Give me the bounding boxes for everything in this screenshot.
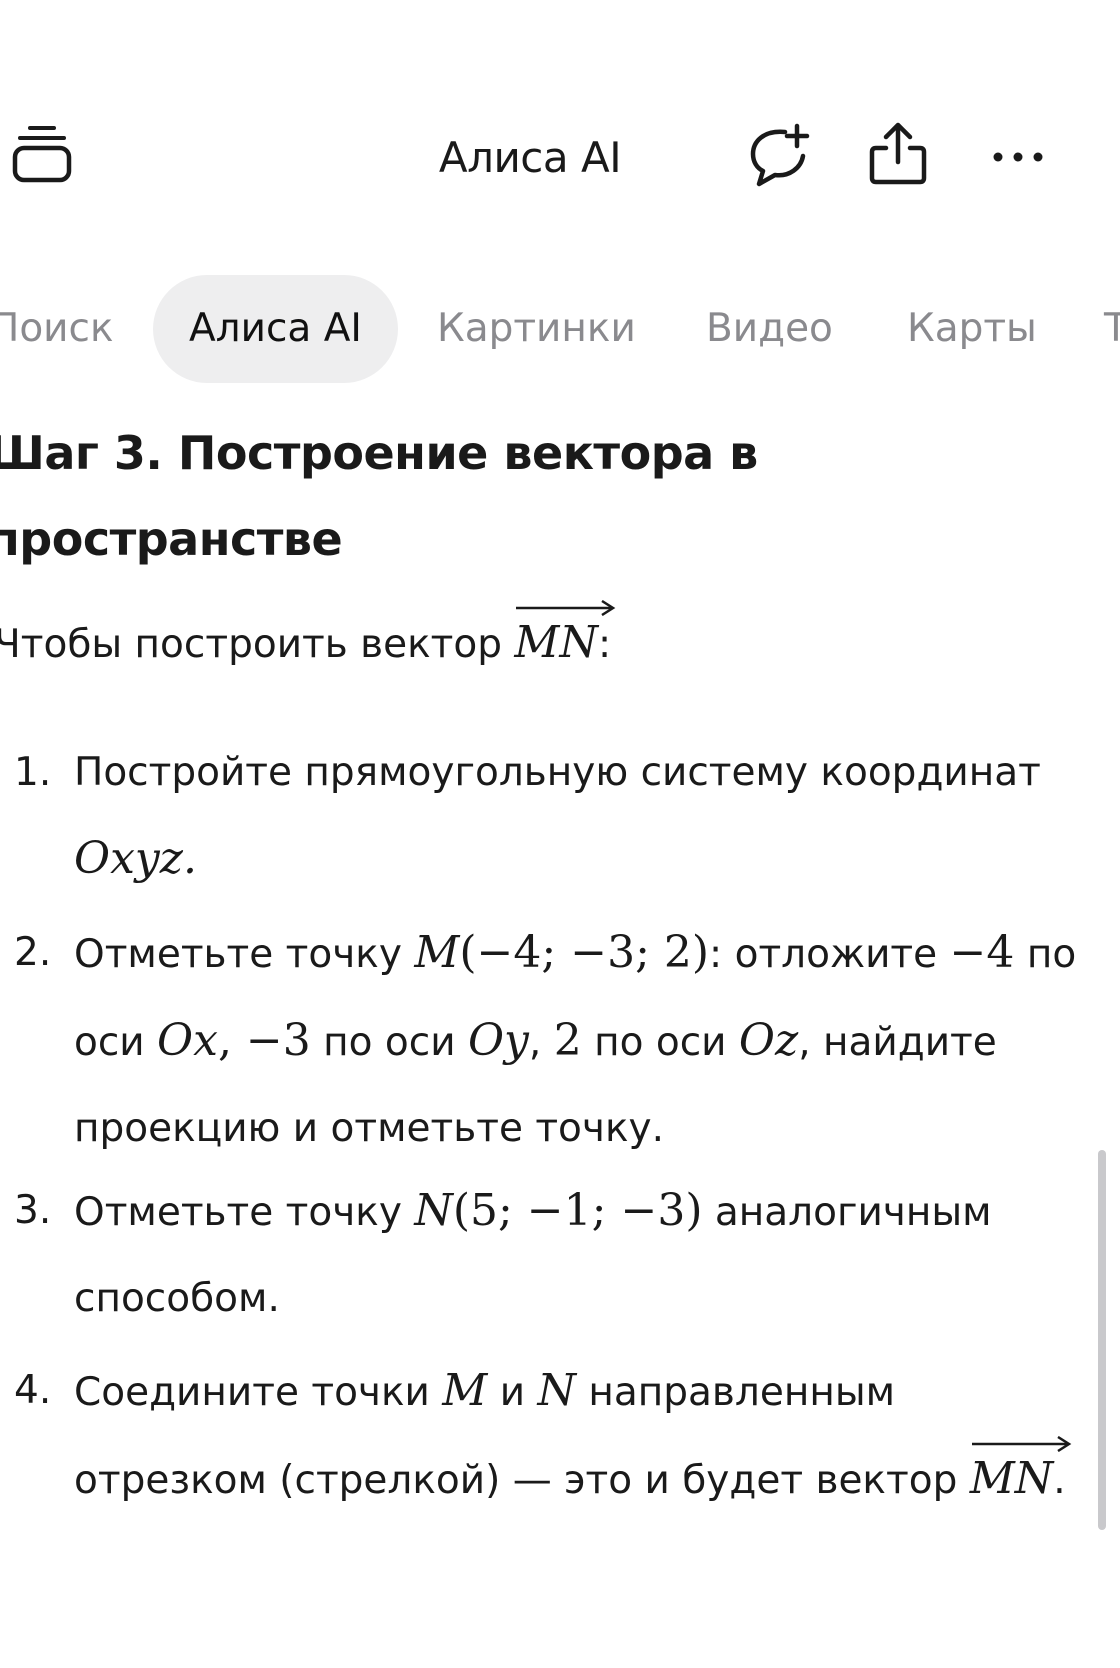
- tab-alice-ai[interactable]: Алиса AI: [153, 275, 398, 383]
- more-icon[interactable]: [990, 145, 1046, 169]
- vector-mn: MN: [970, 1436, 1072, 1522]
- tab-video[interactable]: Видео: [706, 275, 833, 383]
- new-chat-icon[interactable]: [745, 122, 815, 192]
- math-symbol: M: [442, 1365, 488, 1416]
- text-run: Отметьте точку: [74, 932, 415, 977]
- scrollbar[interactable]: [1098, 1150, 1106, 1530]
- math-symbol: Oy: [467, 1015, 529, 1066]
- item-body: Соедините точки M и N направленным отрез…: [74, 1348, 1084, 1524]
- text-run: ,: [528, 1020, 554, 1065]
- text-run: и: [487, 1370, 538, 1415]
- item-body: Постройте прямоугольную систему координа…: [74, 730, 1084, 904]
- text-run: .: [1053, 1458, 1066, 1503]
- item-number: 4.: [14, 1368, 52, 1413]
- text-run: по оси: [581, 1020, 739, 1065]
- math-value: 2: [553, 1015, 582, 1066]
- item-body: Отметьте точку N(5; −1; −3) аналогичным …: [74, 1168, 1084, 1342]
- math-value: , −3: [217, 1015, 311, 1066]
- math-symbol: N: [537, 1365, 576, 1416]
- tab-images[interactable]: Картинки: [437, 275, 636, 383]
- text-run: по оси: [310, 1020, 468, 1065]
- tab-more-cut[interactable]: Т: [1104, 275, 1120, 383]
- item-number: 1.: [14, 750, 52, 795]
- text-run: Отметьте точку: [74, 1190, 415, 1235]
- math-symbol: .: [182, 833, 197, 884]
- search-tabs: Поиск Алиса AI Картинки Видео Карты Т: [0, 275, 1120, 383]
- item-number: 2.: [14, 930, 52, 975]
- tab-search[interactable]: Поиск: [0, 275, 114, 383]
- share-icon[interactable]: [866, 120, 930, 190]
- text-run: Соедините точки: [74, 1370, 443, 1415]
- math-value: (5; −1; −3): [452, 1185, 703, 1236]
- item-body: Отметьте точку M(−4; −3; 2): отложите −4…: [74, 910, 1084, 1172]
- math-symbol: Oz: [738, 1015, 799, 1066]
- math-value: (−4; −3; 2): [459, 927, 710, 978]
- text-run: : отложите: [709, 932, 950, 977]
- text-run: Постройте прямоугольную систему координа…: [74, 750, 1041, 795]
- math-symbol: N: [414, 1185, 453, 1236]
- vector-mn: MN: [514, 600, 616, 686]
- intro-label: Чтобы построить вектор: [0, 622, 515, 667]
- math-value: −4: [949, 927, 1015, 978]
- math-symbol: Ox: [157, 1015, 218, 1066]
- intro-text: Чтобы построить вектор MN:: [0, 600, 616, 688]
- math-symbol: M: [414, 927, 460, 978]
- tab-maps[interactable]: Карты: [907, 275, 1037, 383]
- item-number: 3.: [14, 1188, 52, 1233]
- math-symbol: Oxyz: [74, 833, 183, 884]
- step-heading: Шаг 3. Построение вектора в пространстве: [0, 426, 758, 566]
